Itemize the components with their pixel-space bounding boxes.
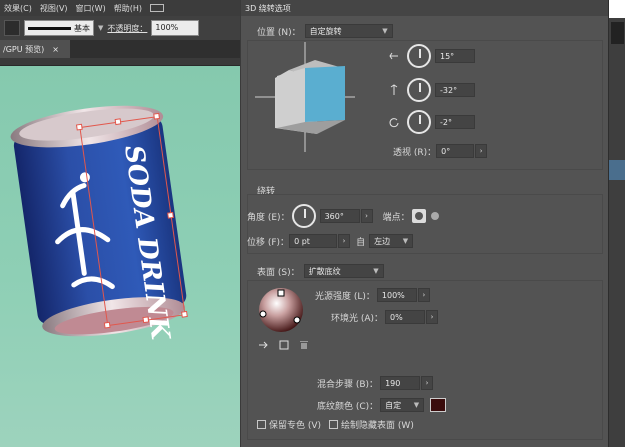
fill-dropdown[interactable] (4, 20, 20, 36)
y-axis-rotate-icon (387, 83, 401, 97)
panel-header (609, 0, 625, 18)
cap-label: 端点： (382, 212, 410, 223)
perspective-input[interactable]: 0° (436, 144, 475, 158)
offset-row: 位移 (F)： 0 pt › 自 左边 ▼ (247, 234, 414, 248)
blend-steps-input[interactable]: 190 (380, 376, 421, 390)
artboard-canvas[interactable]: SODA DRINK (0, 66, 240, 447)
workspace-switcher-icon[interactable] (149, 4, 164, 12)
menu-view[interactable]: 视图(V) (40, 3, 68, 14)
horizontal-ruler (0, 58, 240, 66)
menu-window[interactable]: 窗口(W) (76, 3, 106, 14)
document-tab-bar: /GPU 预览) × (0, 40, 240, 58)
from-select[interactable]: 左边 ▼ (369, 234, 414, 248)
x-rotation-dial[interactable] (407, 44, 431, 68)
cap-on-icon[interactable] (411, 209, 426, 223)
chevron-down-icon: ▼ (413, 401, 420, 409)
z-rotation-input[interactable]: -2° (435, 115, 475, 129)
chevron-down-icon: ▼ (402, 237, 409, 245)
surface-row: 表面 (S)： 扩散底纹 ▼ (257, 264, 384, 278)
shading-color-row: 底纹颜色 (C)： 自定 ▼ (317, 398, 447, 412)
perspective-row: 透视 (R)： 0° › (393, 144, 488, 158)
stroke-style-select[interactable]: 基本 (24, 20, 94, 36)
opacity-label[interactable]: 不透明度： (107, 23, 147, 34)
lighting-sphere[interactable] (257, 286, 305, 334)
angle-input[interactable]: 360° (319, 209, 360, 223)
x-axis-rotate-icon (387, 49, 401, 63)
y-rotation-row: -32° (387, 78, 475, 102)
shading-color-select[interactable]: 自定 ▼ (380, 398, 425, 412)
light-intensity-arrow-button[interactable]: › (417, 288, 430, 302)
z-rotation-dial[interactable] (407, 110, 431, 134)
angle-dial[interactable] (291, 204, 316, 228)
from-label: 自 (356, 237, 366, 248)
rotation-track-cube[interactable] (255, 42, 355, 152)
angle-label: 角度 (E)： (247, 212, 290, 223)
document-tab[interactable]: /GPU 预览) × (0, 40, 70, 58)
shading-color-select-value: 自定 (385, 400, 402, 410)
surface-label: 表面 (S)： (257, 267, 300, 278)
control-bar: 基本 ▼ 不透明度： 100% (0, 16, 240, 40)
angle-arrow-button[interactable]: › (360, 209, 373, 223)
stroke-style-label: 基本 (74, 23, 90, 33)
z-axis-rotate-icon (387, 115, 401, 129)
new-light-icon[interactable] (277, 338, 291, 352)
revolve-options-dialog: 3D 绕转选项 位置 (N)： 自定旋转 ▼ 15° -32° -2° 透视 (… (240, 0, 608, 447)
cap-off-icon[interactable] (428, 209, 442, 223)
perspective-label: 透视 (R)： (393, 147, 437, 158)
y-rotation-dial[interactable] (407, 78, 431, 102)
opacity-input[interactable]: 100% (151, 20, 200, 36)
surface-select[interactable]: 扩散底纹 ▼ (303, 264, 384, 278)
ambient-arrow-button[interactable]: › (426, 310, 439, 324)
dialog-title: 3D 绕转选项 (241, 0, 608, 16)
move-light-back-icon[interactable] (257, 338, 271, 352)
angle-row: 角度 (E)： 360° › 端点： (247, 204, 442, 228)
surface-select-value: 扩散底纹 (308, 266, 341, 276)
offset-input[interactable]: 0 pt (289, 234, 338, 248)
chevron-down-icon: ▼ (373, 267, 379, 275)
offset-label: 位移 (F)： (247, 237, 290, 248)
right-panel-dock (608, 0, 625, 447)
blend-steps-label: 混合步骤 (B)： (317, 379, 379, 390)
panel-tab[interactable] (611, 22, 624, 44)
shading-color-label: 底纹颜色 (C)： (317, 401, 379, 412)
menu-effect[interactable]: 效果(C) (4, 3, 32, 14)
x-rotation-row: 15° (387, 44, 475, 68)
soda-can-artwork[interactable]: SODA DRINK (0, 66, 240, 447)
light-intensity-input[interactable]: 100% (376, 288, 417, 302)
blend-steps-row: 混合步骤 (B)： 190 › (317, 376, 434, 390)
light-intensity-row: 光源强度 (L)： 100% › (315, 288, 430, 302)
ambient-input[interactable]: 0% (385, 310, 426, 324)
position-select[interactable]: 自定旋转 ▼ (304, 24, 393, 38)
draw-hidden-checkbox[interactable] (329, 420, 339, 429)
preserve-spot-label: 保留专色 (V) (269, 421, 322, 431)
position-row: 位置 (N)： 自定旋转 ▼ (257, 24, 393, 38)
panel-selected-item[interactable] (609, 160, 625, 180)
surface-options-row: 保留专色 (V) 绘制隐藏表面 (W) (257, 418, 414, 431)
light-intensity-label: 光源强度 (L)： (315, 291, 375, 302)
x-rotation-input[interactable]: 15° (435, 49, 475, 63)
menu-help[interactable]: 帮助(H) (114, 3, 142, 14)
from-select-value: 左边 (374, 236, 391, 246)
ambient-row: 环境光 (A)： 0% › (331, 310, 439, 324)
blend-steps-arrow-button[interactable]: › (421, 376, 434, 390)
ambient-label: 环境光 (A)： (331, 313, 384, 324)
document-tab-label: /GPU 预览) (3, 44, 45, 54)
position-select-value: 自定旋转 (309, 26, 342, 36)
chevron-down-icon: ▼ (382, 27, 388, 35)
stroke-preview (28, 26, 71, 30)
draw-hidden-label: 绘制隐藏表面 (W) (341, 421, 414, 431)
shading-color-swatch[interactable] (430, 398, 447, 412)
offset-arrow-button[interactable]: › (338, 234, 351, 248)
menu-bar: 效果(C) 视图(V) 窗口(W) 帮助(H) (0, 0, 240, 16)
y-rotation-input[interactable]: -32° (435, 83, 475, 97)
preserve-spot-checkbox[interactable] (257, 420, 266, 429)
light-controls-row (257, 338, 311, 352)
chevron-down-icon[interactable]: ▼ (98, 24, 103, 32)
perspective-arrow-button[interactable]: › (475, 144, 488, 158)
z-rotation-row: -2° (387, 110, 475, 134)
close-icon[interactable]: × (52, 45, 59, 54)
position-label: 位置 (N)： (257, 27, 301, 38)
trash-icon[interactable] (297, 338, 311, 352)
